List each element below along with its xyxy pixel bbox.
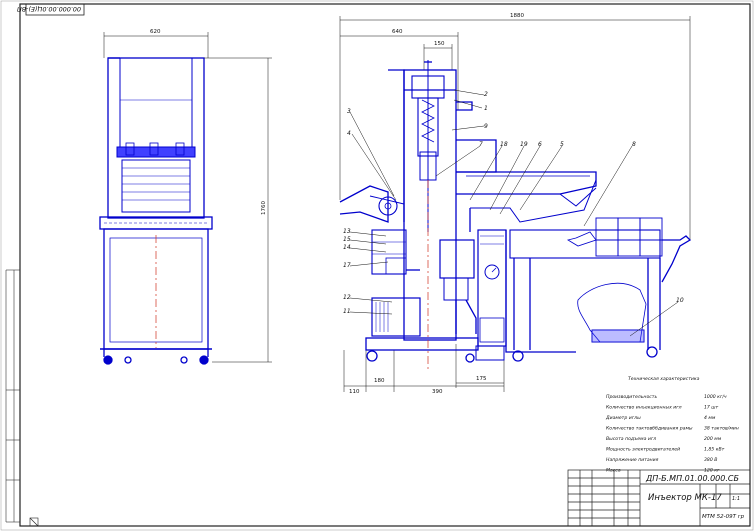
spec-label: Напряжение питания [606,457,659,463]
spec-value: 120 кг [704,468,720,474]
callout-12: 12 [343,294,351,301]
drawing-title: Инъектор МК-17 [648,493,722,503]
spec-value: 200 мм [704,436,722,442]
spec-value: 380 В [704,457,717,463]
callout-13: 13 [343,228,351,235]
dim-side-overall: 1880 [510,13,524,19]
callout-18: 18 [500,141,508,148]
callout-15: 15 [343,236,351,243]
spec-value: 4 мм [704,415,716,421]
callout-4: 4 [347,130,351,137]
dim-front-height: 1760 [261,201,267,215]
dim-bottom-4: 175 [476,376,487,382]
engineering-drawing: 00.000.00.0Ц(Е)-ВП 620 1760 1880 640 150… [0,0,754,531]
dim-side-left: 640 [392,29,403,35]
dim-side-top: 150 [434,41,445,47]
callout-5: 5 [560,141,564,148]
spec-label: Мощность электродвигателей [606,447,680,453]
code-stamp-text: 00.000.00.0Ц(Е)-ВП [17,5,81,13]
corner-mark [29,517,39,527]
group-code: МТМ 52-09Т гр [702,514,745,520]
callout-10: 10 [676,297,684,304]
callout-7: 7 [479,141,483,148]
spec-label: Масса [606,468,621,474]
callout-17: 17 [343,262,351,269]
left-margin-strip [5,269,20,523]
callout-8: 8 [632,141,636,148]
spec-label: Высота подъема игл [606,436,656,442]
spec-label: Количество тактовббдивания рамы [606,426,693,432]
callout-9: 9 [484,123,488,130]
callout-19: 19 [520,141,528,148]
callout-1: 1 [484,105,488,112]
sheet-format: 1:1 [732,496,740,502]
dim-bottom-3: 390 [432,389,443,395]
front-dimensions [103,32,272,363]
callout-2: 2 [484,91,488,98]
spec-label: Количество инъекционных игл [606,405,682,411]
callout-6: 6 [538,141,542,148]
callout-3: 3 [347,108,351,115]
side-view [339,60,692,363]
callout-11: 11 [343,308,351,315]
specs-rows: Производительность 1000 кг/ч Количество ин… [605,394,739,474]
specs-block: Техническая характеристика Производитель… [605,376,739,474]
spec-label: Производительность [606,394,657,400]
spec-value: 1,85 кВт [704,447,725,453]
drawing-number: ДП-Б.МП.01.00.000.СБ [645,474,739,483]
code-stamp: 00.000.00.0Ц(Е)-ВП [17,3,85,16]
dim-bottom-2: 180 [374,378,385,384]
dim-bottom-1: 110 [349,389,360,395]
spec-value: 1000 кг/ч [704,394,727,400]
spec-value: 17 шт [704,405,719,411]
callout-14: 14 [343,244,351,251]
spec-value: 38 тактов/мин [704,426,739,432]
dim-front-width: 620 [150,29,161,35]
spec-label: Диаметр иглы [605,415,641,421]
specs-heading: Техническая характеристика [628,376,700,382]
